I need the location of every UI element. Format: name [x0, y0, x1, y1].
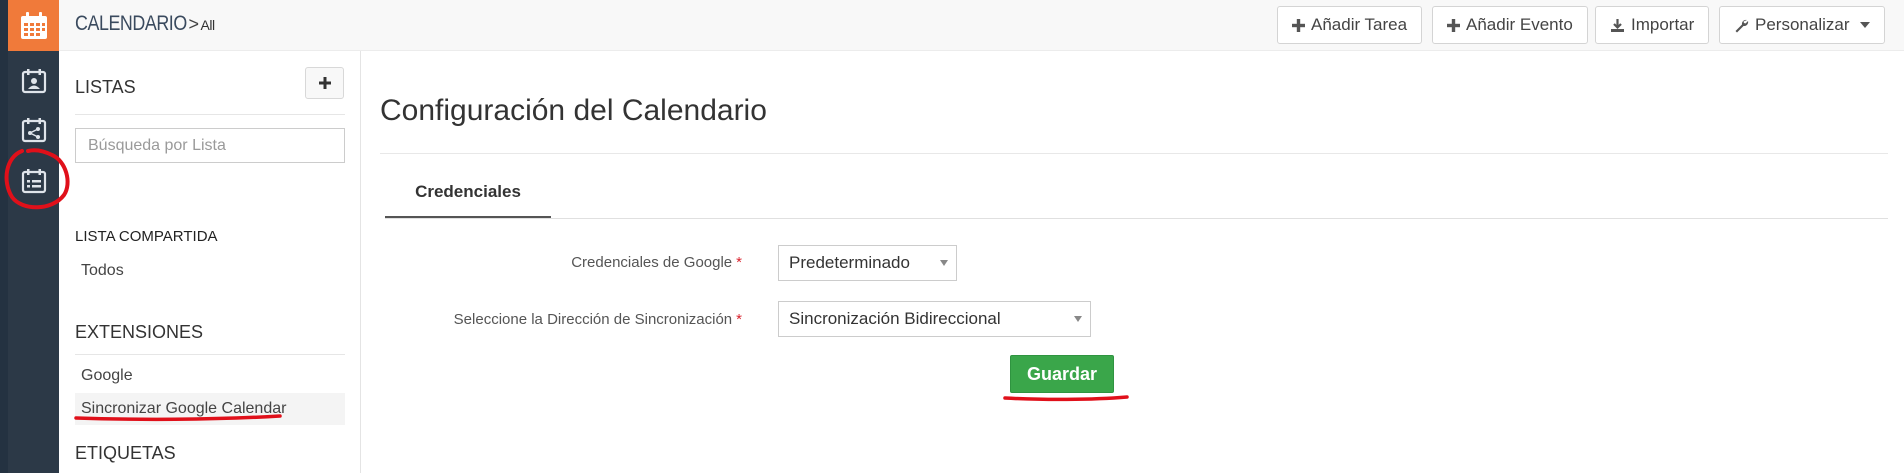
tab-divider: [385, 218, 1888, 219]
list-item-todos[interactable]: Todos: [75, 255, 345, 287]
divider: [75, 114, 345, 115]
annotation-underline: [1003, 395, 1129, 402]
wrench-icon: [1735, 19, 1749, 32]
rail-shared-calendar-button[interactable]: [8, 104, 59, 155]
breadcrumb: CALENDARIO> All: [75, 12, 215, 36]
calendar-grid-icon: [20, 11, 47, 39]
divider: [380, 153, 1888, 154]
breadcrumb-separator: >: [188, 14, 200, 34]
sync-direction-value: Sincronización Bidireccional: [789, 309, 1001, 328]
customize-button[interactable]: Personalizar: [1719, 6, 1885, 44]
calendar-contact-icon: [21, 68, 46, 93]
tab-credenciales[interactable]: Credenciales: [385, 168, 551, 219]
calendar-share-icon: [21, 117, 46, 142]
required-mark: *: [736, 254, 742, 271]
chevron-down-icon: [1859, 22, 1870, 28]
breadcrumb-current: All: [200, 17, 216, 33]
tags-title: ETIQUETAS: [75, 443, 176, 463]
sync-direction-select[interactable]: Sincronización Bidireccional: [778, 301, 1091, 337]
list-item-google[interactable]: Google: [75, 360, 345, 392]
add-event-button[interactable]: Añadir Evento: [1432, 6, 1588, 44]
add-task-label: Añadir Tarea: [1311, 15, 1408, 34]
plus-icon: [1292, 18, 1305, 32]
import-label: Importar: [1631, 15, 1695, 34]
plus-icon: [318, 77, 331, 89]
sync-direction-label-text: Seleccione la Dirección de Sincronizació…: [453, 311, 733, 328]
chevron-down-icon: [940, 260, 948, 266]
sync-direction-label: Seleccione la Dirección de Sincronizació…: [420, 311, 742, 328]
top-header: CALENDARIO> All Añadir Tarea Añadir Event…: [59, 0, 1904, 51]
page-title: Configuración del Calendario: [380, 94, 767, 127]
rail-calendar-settings-button[interactable]: [8, 155, 59, 206]
save-button[interactable]: Guardar: [1010, 355, 1114, 393]
list-search-input[interactable]: [75, 128, 345, 163]
lists-title: LISTAS: [75, 77, 136, 97]
rail-edge: [0, 0, 8, 473]
required-mark: *: [736, 311, 742, 328]
app-name[interactable]: CALENDARIO: [75, 12, 187, 36]
chevron-down-icon: [1074, 316, 1082, 322]
add-list-button[interactable]: [305, 67, 344, 99]
lists-panel: LISTAS LISTA COMPARTIDA Todos EXTENSIONE…: [59, 51, 361, 473]
add-event-label: Añadir Evento: [1466, 15, 1573, 34]
list-item-sync-google-calendar[interactable]: Sincronizar Google Calendar: [75, 393, 345, 425]
rail-my-calendar-button[interactable]: [8, 55, 59, 106]
shared-list-title: LISTA COMPARTIDA: [75, 228, 218, 245]
google-credentials-label: Credenciales de Google *: [480, 254, 742, 271]
google-credentials-select[interactable]: Predeterminado: [778, 245, 957, 281]
add-task-button[interactable]: Añadir Tarea: [1277, 6, 1423, 44]
plus-icon: [1447, 18, 1460, 32]
google-credentials-label-text: Credenciales de Google: [571, 254, 733, 271]
calendar-home-button[interactable]: [8, 0, 59, 51]
import-button[interactable]: Importar: [1595, 6, 1710, 44]
extensions-title: EXTENSIONES: [75, 322, 204, 342]
calendar-list-icon: [21, 168, 46, 193]
google-credentials-value: Predeterminado: [789, 253, 910, 272]
download-icon: [1611, 18, 1624, 32]
divider: [75, 354, 345, 355]
customize-label: Personalizar: [1755, 15, 1850, 34]
